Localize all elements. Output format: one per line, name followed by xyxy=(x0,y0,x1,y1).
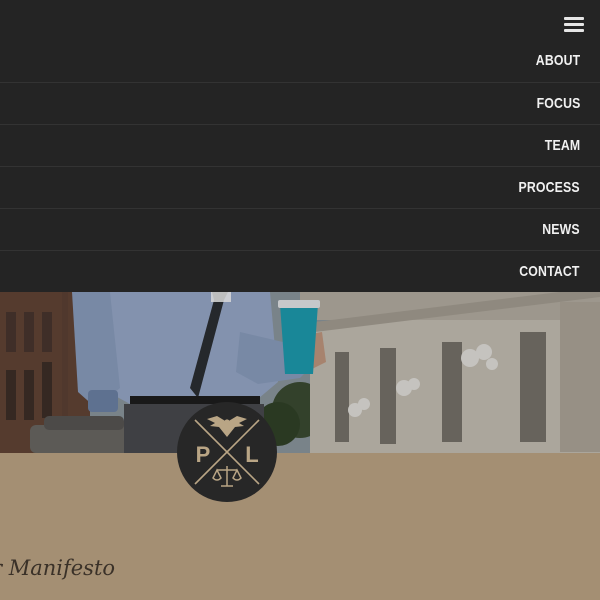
nav-item-team[interactable]: TEAM xyxy=(0,124,600,166)
menu-bar-line xyxy=(564,17,584,20)
dropdown-nav-menu: ABOUT FOCUS TEAM PROCESS NEWS CONTACT xyxy=(0,0,600,292)
menu-bar-line xyxy=(564,29,584,32)
nav-item-news[interactable]: NEWS xyxy=(0,208,600,250)
nav-item-label: CONTACT xyxy=(519,263,580,280)
hero-photo xyxy=(0,292,600,453)
nav-item-label: NEWS xyxy=(542,221,580,238)
hamburger-menu-icon[interactable] xyxy=(564,16,584,34)
man-with-coffee-cup-photo xyxy=(0,292,600,453)
nav-item-label: ABOUT xyxy=(535,52,580,69)
logo-letter-right: L xyxy=(245,442,258,467)
logo-letter-left: P xyxy=(196,442,211,467)
nav-item-label: FOCUS xyxy=(536,95,580,112)
nav-list: ABOUT FOCUS TEAM PROCESS NEWS CONTACT xyxy=(0,40,600,292)
manifesto-heading: r Manifesto xyxy=(0,556,116,580)
nav-item-focus[interactable]: FOCUS xyxy=(0,82,600,124)
nav-item-label: TEAM xyxy=(544,137,580,154)
nav-item-process[interactable]: PROCESS xyxy=(0,166,600,208)
nav-item-about[interactable]: ABOUT xyxy=(0,40,600,82)
menu-bar-line xyxy=(564,23,584,26)
pl-logo: P L xyxy=(177,402,277,502)
nav-item-contact[interactable]: CONTACT xyxy=(0,250,600,292)
pl-logo-badge[interactable]: P L xyxy=(177,402,277,502)
nav-item-label: PROCESS xyxy=(518,179,580,196)
